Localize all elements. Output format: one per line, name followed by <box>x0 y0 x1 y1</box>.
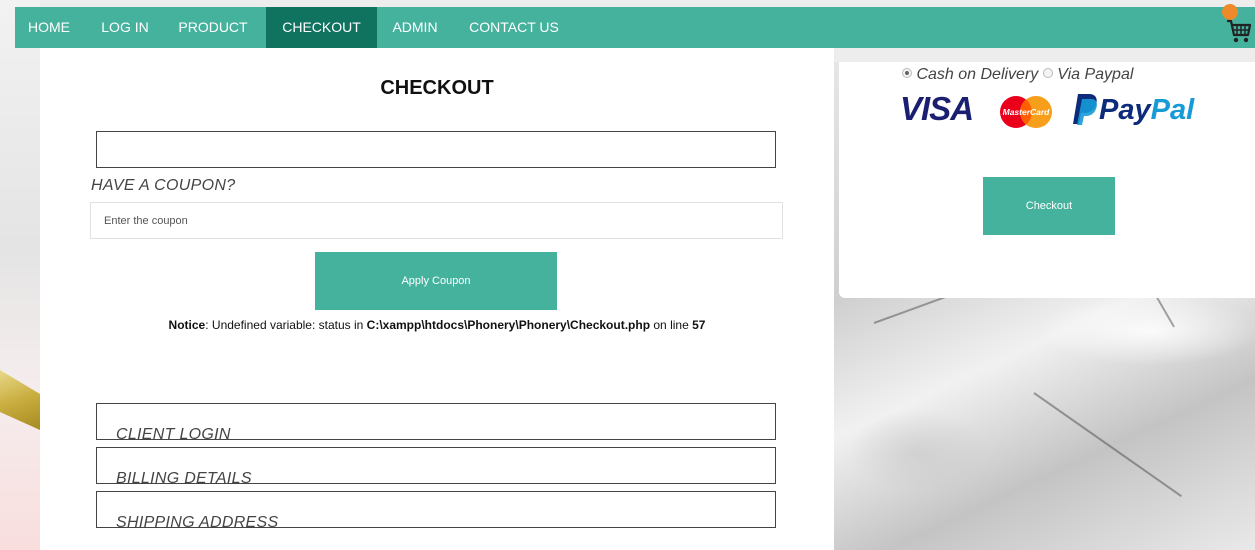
notice-message: : Undefined variable: status in <box>205 318 367 332</box>
section-label: SHIPPING ADDRESS <box>116 514 279 531</box>
shopping-cart-icon <box>1227 19 1252 43</box>
page-title: CHECKOUT <box>380 77 494 99</box>
notice-path: C:\xampp\htdocs\Phonery\Phonery\Checkout… <box>366 318 651 332</box>
cart-button[interactable] <box>1220 4 1255 44</box>
section-label: BILLING DETAILS <box>116 470 252 487</box>
checkout-panel: CHECKOUT HAVE A COUPON? Apply Coupon Not… <box>40 48 834 550</box>
background-left <box>0 0 40 550</box>
nav-admin[interactable]: ADMIN <box>385 7 445 48</box>
via-paypal-label[interactable]: Via Paypal <box>1057 66 1133 83</box>
shipping-address-section[interactable]: SHIPPING ADDRESS <box>96 491 776 531</box>
marble-vein <box>1033 392 1183 498</box>
paypal-pal: Pal <box>1150 94 1195 126</box>
cash-on-delivery-radio[interactable] <box>902 68 912 78</box>
billing-details-section[interactable]: BILLING DETAILS <box>96 447 776 487</box>
payment-panel: Cash on Delivery Via Paypal VISA MasterC… <box>839 62 1255 298</box>
php-notice: Notice: Undefined variable: status in C:… <box>40 318 834 332</box>
notice-line-number: 57 <box>692 318 706 332</box>
coupon-heading: HAVE A COUPON? <box>91 177 236 194</box>
nav-home[interactable]: HOME <box>15 7 83 48</box>
nav-checkout[interactable]: CHECKOUT <box>266 7 377 48</box>
mastercard-logo: MasterCard <box>1000 96 1052 128</box>
nav-product[interactable]: PRODUCT <box>169 7 257 48</box>
nav-log-in[interactable]: LOG IN <box>93 7 157 48</box>
order-summary-box[interactable] <box>96 131 776 168</box>
coupon-input[interactable] <box>90 202 783 239</box>
payment-options: Cash on Delivery Via Paypal <box>902 66 1133 84</box>
notice-line-text: on line <box>650 318 693 332</box>
section-label: CLIENT LOGIN <box>116 426 231 443</box>
client-login-section[interactable]: CLIENT LOGIN <box>96 403 776 443</box>
paypal-pay: Pay <box>1099 94 1151 126</box>
visa-logo: VISA <box>900 90 974 127</box>
top-navbar: HOME LOG IN PRODUCT CHECKOUT ADMIN CONTA… <box>15 7 1255 48</box>
checkout-button[interactable]: Checkout <box>983 177 1115 235</box>
via-paypal-radio[interactable] <box>1042 68 1053 78</box>
nav-contact-us[interactable]: CONTACT US <box>458 7 570 48</box>
notice-label: Notice <box>168 318 206 332</box>
paypal-logo-text: PayPal <box>1099 94 1194 127</box>
paypal-icon <box>1073 94 1097 125</box>
cash-on-delivery-label[interactable]: Cash on Delivery <box>916 66 1038 83</box>
mastercard-text: MasterCard <box>1003 107 1051 117</box>
apply-coupon-button[interactable]: Apply Coupon <box>315 252 557 310</box>
